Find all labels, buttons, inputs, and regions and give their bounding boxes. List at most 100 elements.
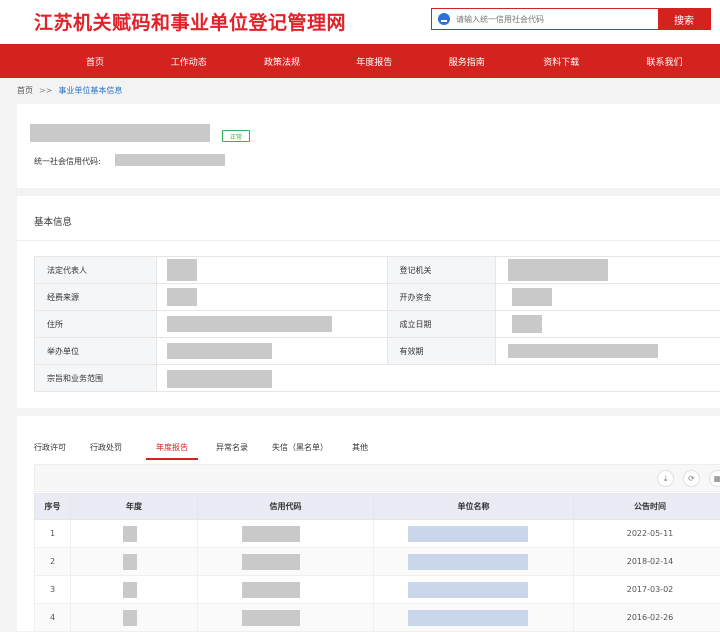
row-publish-date: 2022-05-11 [574,520,720,548]
redacted-block [167,370,272,388]
reg-authority-label: 登记机关 [387,257,496,284]
scope-label: 宗旨和业务范围 [35,365,157,392]
reg-authority-value [496,257,720,284]
row-year [71,548,198,576]
nav-item-annual-report[interactable]: 年度报告 [329,44,421,78]
row-credit-code [198,604,374,632]
legal-rep-value [156,257,387,284]
status-badge: 正常 [222,130,250,142]
row-unit-name[interactable] [374,520,574,548]
tab-abnormal-list[interactable]: 异常名录 [216,438,248,460]
table-row[interactable]: 1 2022-05-11 [35,520,720,548]
col-header-publish-date: 公告时间 [574,494,720,520]
redacted-link-block [408,554,528,570]
table-row[interactable]: 3 2017-03-02 [35,576,720,604]
redacted-block [508,259,608,281]
redacted-block [242,526,300,542]
redacted-link-block [408,610,528,626]
row-no: 1 [35,520,71,548]
row-publish-date: 2017-03-02 [574,576,720,604]
redacted-block [242,554,300,570]
row-year [71,576,198,604]
redacted-block [512,288,552,306]
row-unit-name[interactable] [374,548,574,576]
funding-source-label: 经费来源 [35,284,157,311]
site-title[interactable]: 江苏机关赋码和事业单位登记管理网 [34,8,346,35]
redacted-block [167,259,197,281]
breadcrumb-current: 事业单位基本信息 [58,85,122,96]
tab-annual-report[interactable]: 年度报告 [146,438,198,460]
org-summary-card: 正常 统一社会信用代码: [17,104,720,188]
legal-rep-label: 法定代表人 [35,257,157,284]
search-field[interactable] [432,9,658,29]
section-title: 基本信息 [34,214,72,228]
tab-admin-penalty[interactable]: 行政处罚 [90,438,122,460]
search-box: 搜索 [431,8,711,30]
redacted-block [242,610,300,626]
columns-icon[interactable]: ▦ [709,470,720,487]
record-tabs: 行政许可 行政处罚 年度报告 异常名录 失信（黑名单） 其他 [34,438,392,460]
redacted-block [167,288,197,306]
col-header-credit-code: 信用代码 [198,494,374,520]
col-header-year: 年度 [71,494,198,520]
nav-item-home[interactable]: 首页 [48,44,142,78]
records-card: 行政许可 行政处罚 年度报告 异常名录 失信（黑名单） 其他 ⤓ ⟳ ▦ 序号 … [17,416,720,631]
annual-report-table: 序号 年度 信用代码 单位名称 公告时间 1 2022-05-11 2 2018… [34,493,720,632]
row-publish-date: 2016-02-26 [574,604,720,632]
row-no: 3 [35,576,71,604]
funding-source-value [156,284,387,311]
validity-label: 有效期 [387,338,496,365]
capital-value [496,284,720,311]
sponsor-value [156,338,387,365]
redacted-link-block [408,582,528,598]
redacted-link-block [408,526,528,542]
export-icon[interactable]: ⤓ [657,470,674,487]
search-button[interactable]: 搜索 [658,9,710,29]
row-publish-date: 2018-02-14 [574,548,720,576]
table-row[interactable]: 4 2016-02-26 [35,604,720,632]
site-header: 江苏机关赋码和事业单位登记管理网 搜索 [0,0,720,44]
tab-other[interactable]: 其他 [352,438,368,460]
refresh-icon[interactable]: ⟳ [683,470,700,487]
table-row[interactable]: 2 2018-02-14 [35,548,720,576]
sponsor-label: 举办单位 [35,338,157,365]
basic-info-table: 法定代表人 登记机关 经费来源 开办资金 住所 成立日期 举办单位 有效期 宗旨… [34,256,720,392]
address-value [156,311,387,338]
established-value [496,311,720,338]
row-credit-code [198,548,374,576]
col-header-unit-name: 单位名称 [374,494,574,520]
col-header-no: 序号 [35,494,71,520]
nav-item-news[interactable]: 工作动态 [142,44,236,78]
redacted-block [123,610,137,626]
nav-item-contact[interactable]: 联系我们 [609,44,720,78]
validity-value [496,338,720,365]
redacted-block [242,582,300,598]
nav-item-service-guide[interactable]: 服务指南 [420,44,514,78]
uscc-value-redacted [115,154,225,166]
tab-blacklist[interactable]: 失信（黑名单） [272,438,328,460]
org-name-redacted [30,124,210,142]
row-no: 2 [35,548,71,576]
redacted-block [167,316,332,332]
scope-value [156,365,720,392]
redacted-block [512,315,542,333]
basic-info-card: 基本信息 法定代表人 登记机关 经费来源 开办资金 住所 成立日期 举办单位 有… [17,196,720,408]
divider [17,240,720,241]
breadcrumb: 首页 >> 事业单位基本信息 [0,78,720,102]
search-logo-icon [438,13,450,25]
row-unit-name[interactable] [374,604,574,632]
nav-item-policy[interactable]: 政策法规 [236,44,329,78]
row-year [71,604,198,632]
redacted-block [123,582,137,598]
main-nav: 首页工作动态政策法规年度报告服务指南资料下载联系我们 [0,44,720,78]
redacted-block [123,554,137,570]
breadcrumb-home[interactable]: 首页 [17,85,33,96]
row-year [71,520,198,548]
nav-item-downloads[interactable]: 资料下载 [514,44,610,78]
search-input[interactable] [456,15,636,24]
breadcrumb-separator: >> [39,86,52,95]
row-unit-name[interactable] [374,576,574,604]
redacted-block [167,343,272,359]
tab-admin-license[interactable]: 行政许可 [34,438,66,460]
row-credit-code [198,520,374,548]
